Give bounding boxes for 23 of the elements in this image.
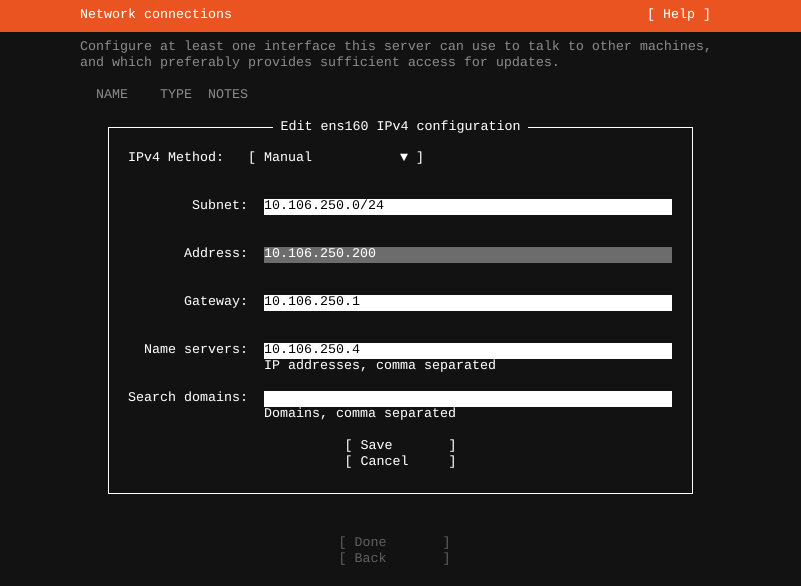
screen-title: Network connections	[80, 8, 232, 24]
input-field[interactable]: 10.106.250.1	[264, 295, 672, 311]
field-hint: IP addresses, comma separated	[264, 359, 497, 375]
field-label: IPv4 Method:	[128, 151, 225, 167]
input-field[interactable]: 10.106.250.200	[264, 247, 672, 263]
help-button[interactable]: [ Help ]	[647, 8, 711, 24]
column-header: NAME	[96, 88, 129, 104]
button[interactable]: [ Cancel ]	[344, 455, 456, 471]
field-label: Name servers:	[143, 343, 248, 359]
input-field[interactable]: 10.106.250.0/24	[264, 199, 672, 215]
method-dropdown[interactable]: [ Manual ▼ ]	[248, 151, 424, 167]
field-label: Gateway:	[183, 295, 248, 311]
button[interactable]: [ Save ]	[344, 439, 456, 455]
field-hint: Domains, comma separated	[264, 407, 457, 423]
field-label: Address:	[183, 247, 248, 263]
field-label: Search domains:	[128, 391, 248, 407]
column-header: TYPE	[160, 88, 193, 104]
input-field[interactable]: 10.106.250.4	[264, 343, 672, 359]
input-field[interactable]	[264, 391, 672, 407]
dialog-title: Edit ens160 IPv4 configuration	[272, 120, 528, 136]
field-label: Subnet:	[191, 199, 248, 215]
column-header: NOTES	[208, 88, 248, 104]
description: Configure at least one interface this server can use to talk to other machines, and which preferably provides sufficient access for updates.	[80, 40, 713, 72]
